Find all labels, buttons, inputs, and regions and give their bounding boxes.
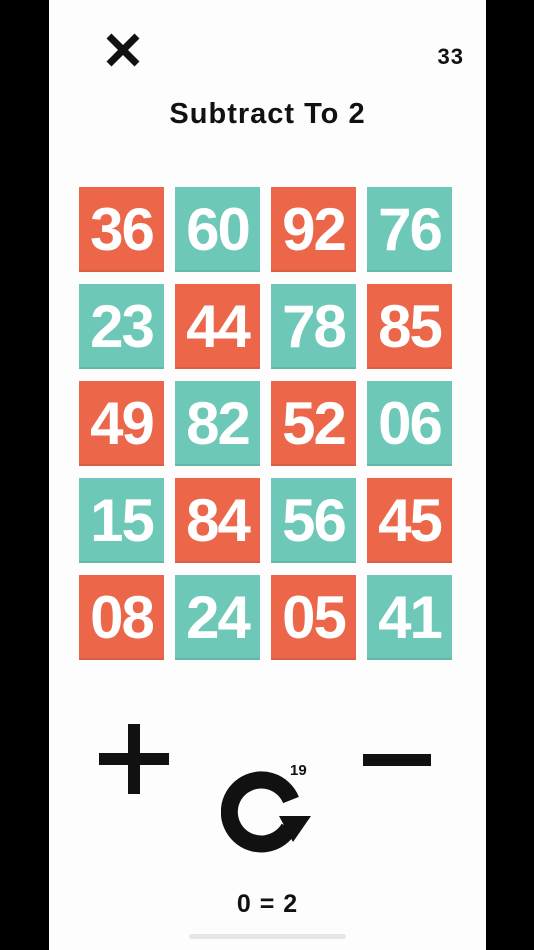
close-button[interactable]: [105, 32, 141, 68]
plus-button[interactable]: [99, 724, 169, 794]
plus-icon: [99, 724, 169, 794]
number-tile[interactable]: 92: [271, 187, 356, 272]
close-x-icon: [106, 33, 140, 67]
number-tile[interactable]: 45: [367, 478, 452, 563]
number-tile[interactable]: 08: [79, 575, 164, 660]
number-tile[interactable]: 60: [175, 187, 260, 272]
number-tile[interactable]: 05: [271, 575, 356, 660]
number-tile[interactable]: 06: [367, 381, 452, 466]
home-indicator: [189, 934, 346, 939]
number-tile[interactable]: 15: [79, 478, 164, 563]
number-tile[interactable]: 49: [79, 381, 164, 466]
number-tile[interactable]: 85: [367, 284, 452, 369]
number-tile[interactable]: 82: [175, 381, 260, 466]
number-tile[interactable]: 76: [367, 187, 452, 272]
score-counter: 33: [437, 44, 464, 69]
number-tile[interactable]: 44: [175, 284, 260, 369]
game-screen: 33 Subtract To 2 36 60 92 76 23 44 78 85 49 82 52 0…: [49, 0, 486, 950]
number-tile[interactable]: 52: [271, 381, 356, 466]
minus-icon: [363, 754, 431, 766]
puzzle-title: Subtract To 2: [169, 98, 366, 130]
number-tile[interactable]: 23: [79, 284, 164, 369]
number-tile[interactable]: 78: [271, 284, 356, 369]
number-tile[interactable]: 84: [175, 478, 260, 563]
number-grid: 36 60 92 76 23 44 78 85 49 82 52 06 15 84 56 45 08 24 05 41: [79, 187, 452, 660]
equation-display: 0 = 2: [236, 890, 299, 918]
minus-button[interactable]: [363, 754, 431, 768]
refresh-icon: [220, 771, 311, 853]
number-tile[interactable]: 56: [271, 478, 356, 563]
number-tile[interactable]: 24: [175, 575, 260, 660]
number-tile[interactable]: 41: [367, 575, 452, 660]
reset-button[interactable]: [220, 770, 313, 854]
number-tile[interactable]: 36: [79, 187, 164, 272]
